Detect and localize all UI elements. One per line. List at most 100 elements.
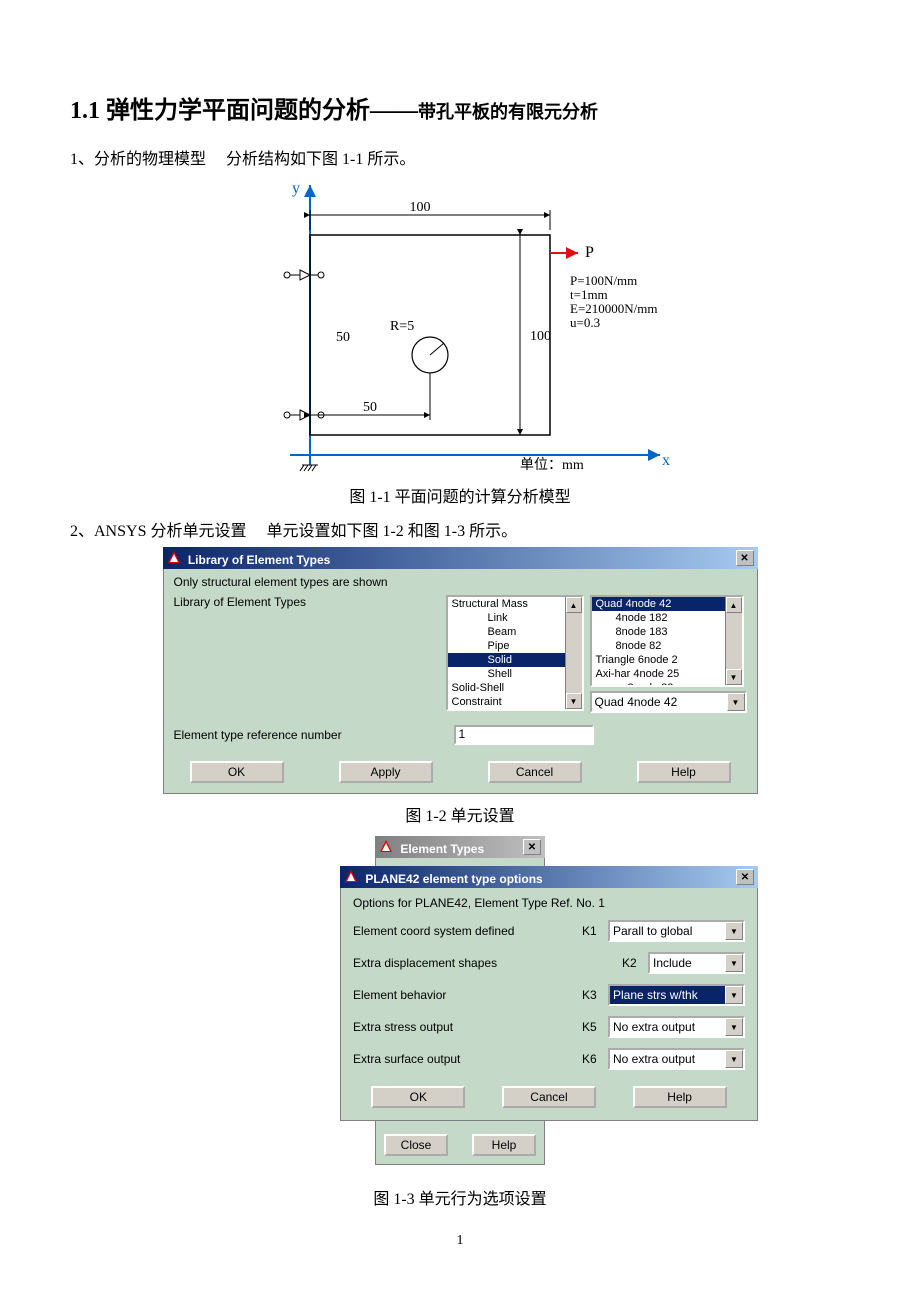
chevron-down-icon[interactable]: ▼ [725, 1018, 743, 1036]
param-e: E=210000N/mm [570, 301, 658, 316]
unit-label: 单位：mm [520, 457, 584, 473]
chevron-down-icon[interactable]: ▼ [725, 954, 743, 972]
chevron-down-icon[interactable]: ▼ [725, 986, 743, 1004]
lib-only-text: Only structural element types are shown [174, 575, 747, 589]
heading-main: 弹性力学平面问题的分析—— [106, 98, 418, 124]
para-1: 1、分析的物理模型 分析结构如下图 1-1 所示。 [70, 145, 850, 169]
list-item[interactable]: 8node 83 [592, 681, 742, 687]
list-item[interactable]: Beam [448, 625, 582, 639]
list-item-selected[interactable]: Quad 4node 42 [592, 597, 742, 611]
list-item[interactable]: Constraint [448, 695, 582, 709]
param-t: t=1mm [570, 287, 608, 302]
scroll-down-icon[interactable]: ▼ [566, 693, 582, 709]
axis-x: x [662, 452, 670, 469]
ansys-logo-icon [379, 839, 393, 853]
et-titlebar[interactable]: Element Types ✕ [375, 836, 545, 858]
list-item[interactable]: 8node 183 [592, 625, 742, 639]
list-item[interactable]: Solid-Shell [448, 681, 582, 695]
scrollbar[interactable]: ▲ ▼ [565, 597, 582, 709]
dim-50-bot: 50 [363, 400, 377, 415]
list-item[interactable]: Shell [448, 667, 582, 681]
scrollbar[interactable]: ▲ ▼ [725, 597, 742, 685]
chevron-down-icon[interactable]: ▼ [727, 693, 745, 711]
opt-title: PLANE42 element type options [365, 872, 542, 886]
lib-type-list[interactable]: Quad 4node 42 4node 182 8node 183 8node … [590, 595, 744, 687]
k6-dropdown[interactable]: No extra output ▼ [608, 1048, 745, 1070]
k2-dropdown[interactable]: Include ▼ [648, 952, 745, 974]
k3-dropdown[interactable]: Plane strs w/thk ▼ [608, 984, 745, 1006]
option-row-k1: Element coord system defined K1 Parall t… [353, 920, 745, 942]
scroll-up-icon[interactable]: ▲ [726, 597, 742, 613]
caption-1-2: 图 1-2 单元设置 [70, 802, 850, 826]
scroll-thumb[interactable] [566, 613, 582, 693]
dim-100-top: 100 [410, 200, 431, 215]
axis-y: y [292, 180, 300, 197]
lib-selected-field[interactable]: Quad 4node 42 ▼ [590, 691, 747, 713]
option-row-k6: Extra surface output K6 No extra output … [353, 1048, 745, 1070]
para-2: 2、ANSYS 分析单元设置 单元设置如下图 1-2 和图 1-3 所示。 [70, 517, 850, 541]
page-heading: 1.1 弹性力学平面问题的分析——带孔平板的有限元分析 [70, 90, 850, 125]
scroll-down-icon[interactable]: ▼ [726, 669, 742, 685]
list-item[interactable]: Structural Mass [448, 597, 582, 611]
close-icon[interactable]: ✕ [523, 839, 541, 855]
heading-num: 1.1 [70, 98, 100, 124]
refnum-input[interactable]: 1 [454, 725, 594, 745]
para2-label: 2、ANSYS 分析单元设置 [70, 523, 246, 540]
lib-title: Library of Element Types [188, 553, 330, 567]
list-item[interactable]: Axi-har 4node 25 [592, 667, 742, 681]
help-button[interactable]: Help [472, 1134, 536, 1156]
list-item[interactable]: 4node 182 [592, 611, 742, 625]
lib-titlebar[interactable]: Library of Element Types ✕ [163, 547, 758, 569]
scroll-thumb[interactable] [726, 613, 742, 669]
cancel-button[interactable]: Cancel [488, 761, 582, 783]
lib-category-list[interactable]: Structural Mass Link Beam Pipe Solid She… [446, 595, 584, 711]
page-number: 1 [70, 1233, 850, 1249]
list-item[interactable]: Pipe [448, 639, 582, 653]
opt-titlebar[interactable]: PLANE42 element type options ✕ [340, 866, 758, 888]
lib-label-left: Library of Element Types [174, 595, 446, 609]
list-item-selected[interactable]: Solid [448, 653, 582, 667]
chevron-down-icon[interactable]: ▼ [725, 1050, 743, 1068]
close-button[interactable]: Close [384, 1134, 448, 1156]
k1-dropdown[interactable]: Parall to global ▼ [608, 920, 745, 942]
load-p: P [585, 244, 594, 261]
cancel-button[interactable]: Cancel [502, 1086, 596, 1108]
physical-model-diagram: y x R=5 100 100 [70, 175, 850, 475]
ansys-logo-icon [167, 550, 181, 564]
para1-label: 1、分析的物理模型 [70, 151, 206, 168]
library-element-types-dialog: www.bdoc.c Library of Element Types ✕ On… [163, 547, 758, 794]
heading-sub: 带孔平板的有限元分析 [418, 102, 598, 122]
ansys-logo-icon [344, 869, 358, 883]
para2-desc: 单元设置如下图 1-2 和图 1-3 所示。 [266, 523, 517, 540]
opt-subtitle: Options for PLANE42, Element Type Ref. N… [353, 896, 745, 910]
list-item[interactable]: Hyperelastic [448, 709, 582, 711]
help-button[interactable]: Help [637, 761, 731, 783]
list-item[interactable]: Triangle 6node 2 [592, 653, 742, 667]
close-icon[interactable]: ✕ [736, 550, 754, 566]
dim-50-left: 50 [336, 330, 350, 345]
param-p: P=100N/mm [570, 273, 637, 288]
radius-label: R=5 [390, 319, 414, 334]
list-item[interactable]: 8node 82 [592, 639, 742, 653]
close-icon[interactable]: ✕ [736, 869, 754, 885]
para1-desc: 分析结构如下图 1-1 所示。 [226, 151, 415, 168]
apply-button[interactable]: Apply [339, 761, 433, 783]
scroll-up-icon[interactable]: ▲ [566, 597, 582, 613]
option-row-k5: Extra stress output K5 No extra output ▼ [353, 1016, 745, 1038]
caption-1-1: 图 1-1 平面问题的计算分析模型 [70, 483, 850, 507]
caption-1-3: 图 1-3 单元行为选项设置 [70, 1185, 850, 1209]
element-options-dialog: PLANE42 element type options ✕ Options f… [340, 866, 758, 1121]
ok-button[interactable]: OK [190, 761, 284, 783]
option-row-k3: Element behavior K3 Plane strs w/thk ▼ [353, 984, 745, 1006]
option-row-k2: Extra displacement shapes K2 Include ▼ [353, 952, 745, 974]
param-u: u=0.3 [570, 315, 600, 330]
figure-1-3: Element Types ✕ Defined Element Types: T… [160, 836, 760, 1165]
list-item[interactable]: Link [448, 611, 582, 625]
ok-button[interactable]: OK [371, 1086, 465, 1108]
help-button[interactable]: Help [633, 1086, 727, 1108]
refnum-label: Element type reference number [174, 728, 454, 742]
lib-selected-value: Quad 4node 42 [595, 695, 678, 709]
chevron-down-icon[interactable]: ▼ [725, 922, 743, 940]
k5-dropdown[interactable]: No extra output ▼ [608, 1016, 745, 1038]
et-title: Element Types [400, 842, 484, 856]
